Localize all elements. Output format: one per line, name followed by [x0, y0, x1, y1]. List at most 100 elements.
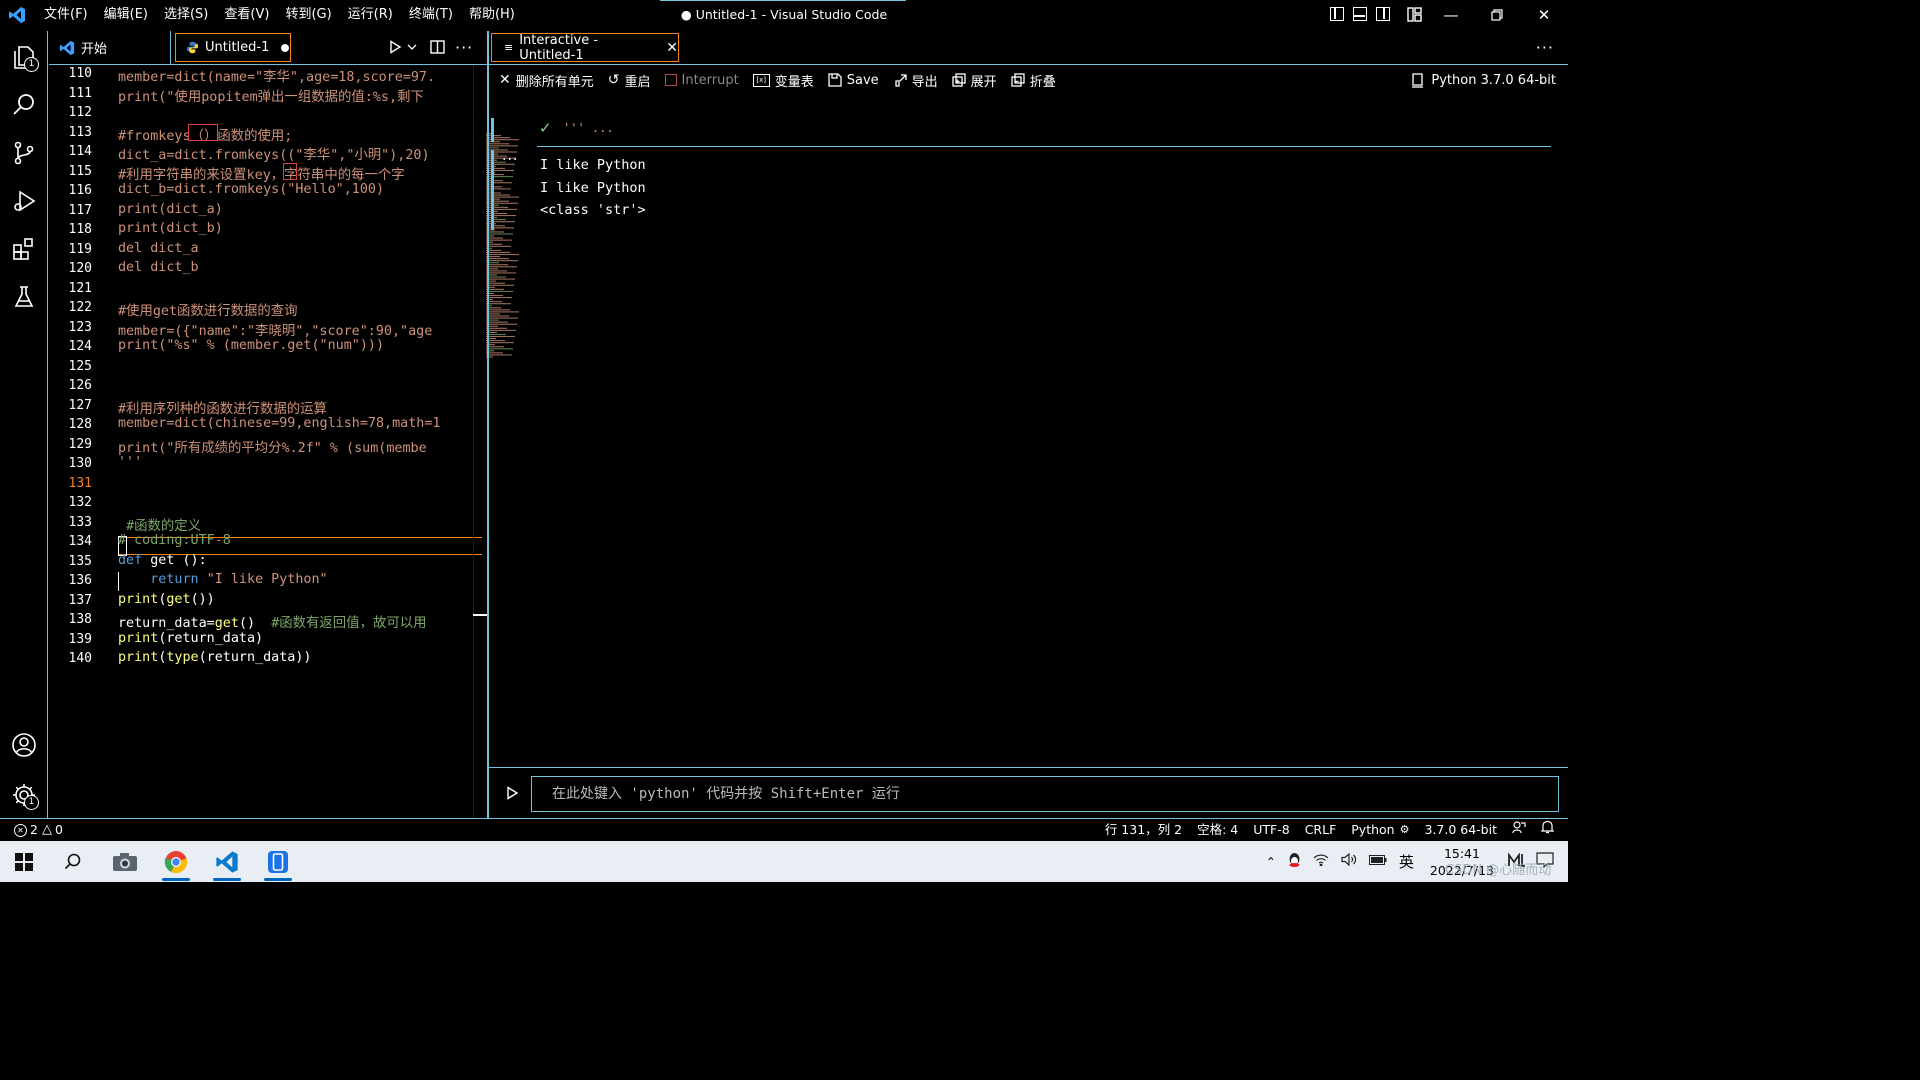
more-actions-icon[interactable]: ···: [455, 38, 473, 57]
ime-indicator[interactable]: 英: [1399, 851, 1414, 872]
collapsed-cell-code[interactable]: ''' ...: [563, 121, 614, 135]
clear-all-cells-button[interactable]: ✕ 删除所有单元: [499, 71, 594, 90]
code-line[interactable]: return_data=get() #函数有返回值，故可以用: [118, 611, 482, 631]
line-ending[interactable]: CRLF: [1305, 819, 1337, 841]
toggle-primary-sidebar-icon[interactable]: [1330, 7, 1344, 21]
tray-overflow-chevron-up-icon[interactable]: ⌃: [1266, 855, 1276, 869]
output-focus-indicator[interactable]: [491, 150, 494, 230]
code-input[interactable]: [532, 777, 1558, 811]
close-window-button[interactable]: ✕: [1521, 0, 1567, 30]
code-line[interactable]: print("所有成绩的平均分%.2f" % (sum(membe: [118, 436, 482, 456]
restart-button[interactable]: ↺ 重启: [608, 71, 651, 90]
qq-tray-icon[interactable]: [1288, 852, 1301, 872]
copilot-tray-icon[interactable]: [1508, 851, 1526, 871]
code-input-box[interactable]: [531, 776, 1559, 812]
code-line[interactable]: print(type(return_data)): [118, 650, 482, 665]
scroll-position-marker[interactable]: [473, 614, 487, 616]
network-wifi-icon[interactable]: [1313, 853, 1329, 870]
minimize-button[interactable]: —: [1428, 0, 1474, 30]
code-line[interactable]: member=dict(chinese=99,english=78,math=1: [118, 416, 482, 431]
interpreter[interactable]: 3.7.0 64-bit: [1424, 819, 1497, 841]
interrupt-button[interactable]: Interrupt: [664, 73, 739, 88]
line-number: 129: [68, 436, 92, 452]
manage-gear-icon[interactable]: 1: [0, 771, 48, 819]
extensions-icon[interactable]: [0, 225, 48, 273]
chrome-app-icon[interactable]: [152, 841, 200, 882]
line-number: 135: [68, 553, 92, 569]
battery-icon[interactable]: [1368, 854, 1387, 869]
export-button[interactable]: 导出: [893, 71, 938, 90]
toggle-secondary-sidebar-icon[interactable]: [1376, 7, 1390, 21]
notifications-bell-icon[interactable]: [1540, 819, 1555, 841]
code-line[interactable]: print(dict_b): [118, 221, 482, 236]
code-line[interactable]: member=dict(name="李华",age=18,score=97.: [118, 65, 482, 85]
notification-center-icon[interactable]: [1536, 851, 1554, 872]
tab-untitled-label: Untitled-1: [205, 40, 270, 55]
expand-all-button[interactable]: 展开: [952, 71, 997, 90]
encoding[interactable]: UTF-8: [1253, 819, 1289, 841]
code-line[interactable]: del dict_a: [118, 241, 482, 256]
explorer-icon[interactable]: 1: [0, 33, 48, 81]
tab-untitled-1[interactable]: Untitled-1: [175, 33, 291, 62]
interactive-more-actions-icon[interactable]: ···: [1536, 38, 1554, 57]
phone-app-icon[interactable]: [254, 841, 302, 882]
code-line[interactable]: #fromkeys（）函数的使用;: [118, 124, 482, 144]
customize-layout-icon[interactable]: [1407, 7, 1422, 26]
chevron-down-icon[interactable]: [407, 43, 417, 51]
language-mode[interactable]: Python: [1351, 819, 1394, 841]
volume-speaker-icon[interactable]: [1341, 852, 1357, 870]
unsaved-dot-icon[interactable]: [281, 43, 290, 52]
code-line[interactable]: member=({"name":"李晓明","score":90,"age: [118, 319, 482, 339]
code-line[interactable]: print(dict_a): [118, 202, 482, 217]
code-line[interactable]: print("使用popitem弹出一组数据的值:%s,剩下: [118, 85, 482, 105]
minimap-line: [486, 251, 510, 253]
taskbar-search-icon[interactable]: [49, 841, 97, 882]
code-line[interactable]: return "I like Python": [118, 572, 482, 587]
indentation[interactable]: 空格: 4: [1197, 819, 1238, 841]
split-editor-icon[interactable]: [430, 40, 445, 58]
restore-button[interactable]: [1474, 0, 1520, 30]
accounts-icon[interactable]: [0, 721, 48, 769]
code-line[interactable]: #利用序列种的函数进行数据的运算: [118, 397, 482, 417]
run-python-file-button[interactable]: [389, 40, 417, 54]
minimap-line: [486, 206, 508, 208]
code-line[interactable]: dict_b=dict.fromkeys("Hello",100): [118, 182, 482, 197]
vscode-taskbar-icon[interactable]: [203, 841, 251, 882]
cursor-position[interactable]: 行 131，列 2: [1105, 819, 1182, 841]
output-more-icon[interactable]: ···: [502, 152, 518, 168]
code-line[interactable]: #函数的定义: [118, 514, 482, 534]
search-icon[interactable]: [0, 81, 48, 129]
code-line[interactable]: del dict_b: [118, 260, 482, 275]
editor-split-divider[interactable]: [487, 31, 489, 818]
start-windows-icon[interactable]: [0, 841, 48, 882]
problems-indicator[interactable]: ✕ 2 △ 0: [14, 819, 63, 841]
clock[interactable]: 15:41 2022/7/13: [1430, 845, 1494, 879]
camera-app-icon[interactable]: [101, 841, 149, 882]
code-line[interactable]: print(get()): [118, 592, 482, 607]
source-control-icon[interactable]: [0, 129, 48, 177]
tab-start[interactable]: 开始: [49, 31, 171, 64]
toggle-panel-icon[interactable]: [1353, 7, 1367, 21]
code-line[interactable]: ''': [118, 455, 482, 470]
close-tab-icon[interactable]: ✕: [666, 40, 678, 56]
code-line[interactable]: #使用get函数进行数据的查询: [118, 299, 482, 319]
code-editor[interactable]: 110 member=dict(name="李华",age=18,score=97…: [49, 65, 519, 818]
run-debug-icon[interactable]: [0, 177, 48, 225]
kernel-picker[interactable]: Python 3.7.0 64-bit: [1411, 65, 1556, 95]
collapse-all-button[interactable]: 折叠: [1011, 71, 1056, 90]
code-line[interactable]: print(return_data): [118, 631, 482, 646]
code-line[interactable]: dict_a=dict.fromkeys(("李华","小明"),20): [118, 143, 482, 163]
save-button[interactable]: Save: [828, 73, 879, 88]
code-line[interactable]: print("%s" % (member.get("num"))): [118, 338, 482, 353]
tab-interactive[interactable]: ≡ Interactive - Untitled-1 ✕: [491, 33, 679, 63]
code-line[interactable]: #利用字符串的来设置key，字符串中的每一个字: [118, 163, 482, 183]
python-settings-icon[interactable]: ⚙: [1400, 819, 1410, 841]
variables-button[interactable]: [x] 变量表: [752, 71, 814, 90]
code-line[interactable]: def get ():: [118, 553, 482, 568]
cell-focus-indicator[interactable]: [491, 118, 494, 142]
scrollbar-track[interactable]: [473, 65, 474, 818]
code-line[interactable]: # coding:UTF-8: [118, 533, 482, 548]
feedback-icon[interactable]: [1512, 819, 1526, 841]
testing-icon[interactable]: [0, 273, 48, 321]
run-input-button[interactable]: [506, 786, 519, 804]
